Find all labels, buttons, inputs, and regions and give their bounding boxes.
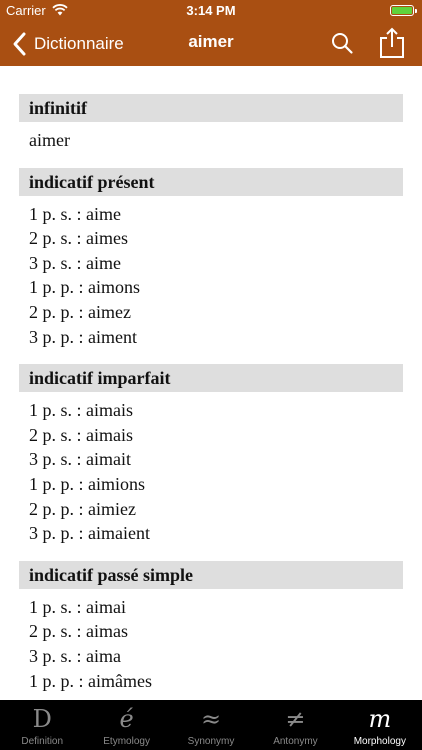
tab-label: Definition bbox=[21, 736, 64, 747]
chevron-left-icon bbox=[13, 32, 26, 56]
conjugation-line: 1 p. s. : aimais bbox=[29, 400, 133, 421]
section-header: infinitif bbox=[19, 94, 403, 122]
top-bar: Carrier 3:14 PM Dictionnaire aimer bbox=[0, 0, 422, 66]
section-body: aimer bbox=[19, 122, 403, 153]
etymology-icon: é bbox=[119, 705, 134, 733]
tab-definition[interactable]: D Definition bbox=[0, 700, 84, 750]
section-header: indicatif passé simple bbox=[19, 560, 403, 589]
search-icon[interactable] bbox=[330, 31, 354, 55]
conjugation-line: 3 p. s. : aimait bbox=[29, 449, 131, 470]
section-body: 1 p. s. : aimais 2 p. s. : aimais 3 p. s… bbox=[19, 392, 403, 546]
morphology-icon: m bbox=[368, 705, 392, 733]
back-button-label: Dictionnaire bbox=[34, 34, 124, 53]
tab-label: Antonymy bbox=[273, 736, 318, 747]
conjugation-line: 1 p. s. : aimai bbox=[29, 596, 126, 617]
section-header: indicatif imparfait bbox=[19, 364, 403, 393]
share-icon[interactable] bbox=[378, 27, 406, 59]
conjugation-line: 2 p. p. : aimez bbox=[29, 301, 131, 322]
conjugation-line: 1 p. p. : aimâmes bbox=[29, 670, 152, 691]
tab-morphology[interactable]: m Morphology bbox=[338, 700, 422, 750]
tab-label: Etymology bbox=[103, 736, 150, 747]
tab-bar: D Definition é Etymology ≈ Synonymy ≠ An… bbox=[0, 700, 422, 750]
status-bar: Carrier 3:14 PM bbox=[0, 0, 422, 22]
conjugation-line: 3 p. s. : aime bbox=[29, 252, 121, 273]
battery-level bbox=[392, 7, 412, 14]
tab-antonymy[interactable]: ≠ Antonymy bbox=[253, 700, 337, 750]
conjugation-line: 2 p. s. : aimais bbox=[29, 424, 133, 445]
section-indicatif-present: indicatif présent 1 p. s. : aime 2 p. s.… bbox=[19, 167, 403, 350]
conjugation-line: 1 p. s. : aime bbox=[29, 203, 121, 224]
section-body: 1 p. s. : aime 2 p. s. : aimes 3 p. s. :… bbox=[19, 196, 403, 350]
tab-label: Morphology bbox=[353, 736, 406, 747]
clock: 3:14 PM bbox=[186, 3, 236, 18]
conjugation-line: 1 p. p. : aimions bbox=[29, 473, 145, 494]
section-indicatif-passe-simple: indicatif passé simple 1 p. s. : aimai 2… bbox=[19, 560, 403, 693]
conjugation-line: 2 p. s. : aimas bbox=[29, 621, 128, 642]
conjugation-line: 3 p. p. : aimaient bbox=[29, 523, 150, 544]
battery-icon bbox=[390, 5, 417, 16]
back-button[interactable]: Dictionnaire bbox=[10, 30, 124, 58]
section-infinitif: infinitif aimer bbox=[19, 94, 403, 153]
conjugation-line: 2 p. p. : aimiez bbox=[29, 498, 136, 519]
section-body: 1 p. s. : aimai 2 p. s. : aimas 3 p. s. … bbox=[19, 589, 403, 693]
tab-synonymy[interactable]: ≈ Synonymy bbox=[169, 700, 253, 750]
battery-nub bbox=[415, 9, 417, 13]
morphology-content[interactable]: infinitif aimer indicatif présent 1 p. s… bbox=[0, 66, 422, 700]
conjugation-line: 3 p. s. : aima bbox=[29, 645, 121, 666]
synonymy-icon: ≈ bbox=[200, 705, 222, 733]
antonymy-icon: ≠ bbox=[285, 705, 306, 733]
conjugation-line: aimer bbox=[29, 130, 70, 150]
conjugation-line: 3 p. p. : aiment bbox=[29, 326, 137, 347]
section-indicatif-imparfait: indicatif imparfait 1 p. s. : aimais 2 p… bbox=[19, 364, 403, 546]
conjugation-line: 2 p. s. : aimes bbox=[29, 228, 128, 249]
tab-label: Synonymy bbox=[187, 736, 235, 747]
section-header: indicatif présent bbox=[19, 167, 403, 196]
tab-etymology[interactable]: é Etymology bbox=[84, 700, 168, 750]
navigation-bar: Dictionnaire aimer bbox=[0, 22, 422, 66]
conjugation-line: 1 p. p. : aimons bbox=[29, 277, 140, 298]
definition-icon: D bbox=[32, 705, 52, 733]
